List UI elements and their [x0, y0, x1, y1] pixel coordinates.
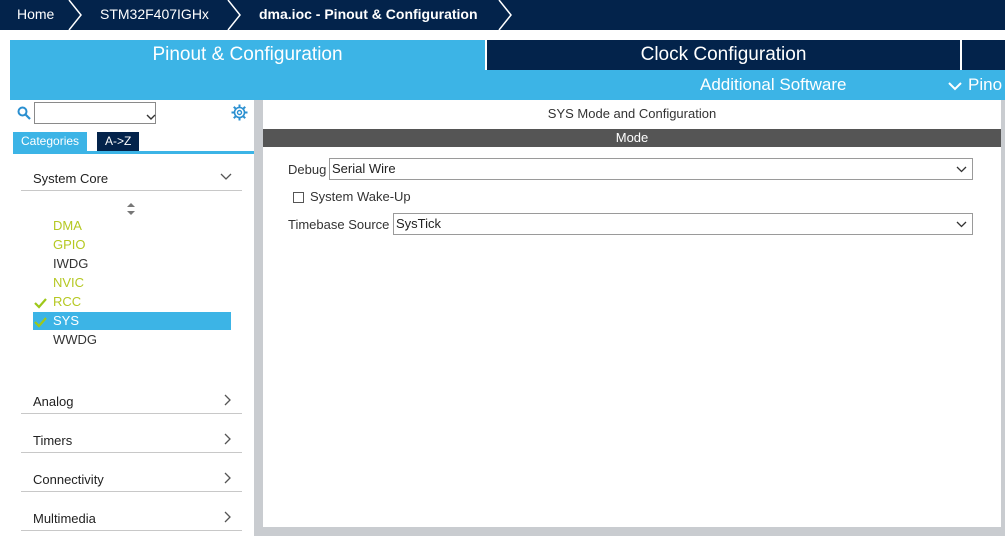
timebase-source-select[interactable]: SysTick — [393, 213, 973, 235]
system-wakeup-checkbox[interactable] — [293, 192, 304, 203]
tab-pinout-configuration[interactable]: Pinout & Configuration — [10, 40, 485, 70]
section-system-core[interactable]: System Core — [21, 161, 242, 191]
section-label: System Core — [33, 171, 109, 186]
debug-select-value: Serial Wire — [332, 161, 396, 176]
chevron-right-icon — [224, 433, 231, 445]
chevron-down-icon — [956, 221, 967, 228]
chevron-right-icon — [224, 394, 231, 406]
tab-clock-configuration[interactable]: Clock Configuration — [487, 40, 960, 70]
peripheral-label: NVIC — [53, 275, 85, 290]
mode-header[interactable]: Mode — [263, 129, 1001, 147]
system-wakeup-label[interactable]: System Wake-Up — [310, 189, 411, 204]
panel-title: SYS Mode and Configuration — [547, 106, 717, 121]
breadcrumb-separator-icon — [225, 0, 243, 30]
list-item-sys[interactable]: SYS — [33, 312, 231, 330]
chevron-right-icon — [224, 511, 231, 523]
gear-icon[interactable] — [231, 104, 248, 124]
list-item-dma[interactable]: DMA — [33, 217, 231, 235]
categories-panel: Categories A->Z System Core DMA GPIO IWD… — [10, 100, 254, 536]
section-label: Connectivity — [33, 472, 104, 487]
section-label: Analog — [33, 394, 74, 409]
list-item-rcc[interactable]: RCC — [33, 293, 231, 311]
peripheral-label: RCC — [53, 294, 82, 309]
chevron-down-icon — [956, 166, 967, 173]
chevron-down-icon — [948, 81, 962, 90]
sub-toolbar: Additional Software Pino — [10, 70, 1005, 100]
breadcrumb-separator-icon — [496, 0, 514, 30]
breadcrumb-home[interactable]: Home — [17, 0, 54, 30]
breadcrumb: Home STM32F407IGHx dma.ioc - Pinout & Co… — [0, 0, 1005, 30]
breadcrumb-mcu[interactable]: STM32F407IGHx — [100, 0, 209, 30]
category-view-tabs: Categories A->Z — [13, 132, 254, 154]
breadcrumb-current[interactable]: dma.ioc - Pinout & Configuration — [259, 0, 478, 30]
pinout-menu-label: Pino — [968, 75, 1003, 94]
list-item-iwdg[interactable]: IWDG — [33, 255, 231, 273]
chevron-down-icon — [220, 173, 232, 180]
section-connectivity[interactable]: Connectivity — [21, 462, 242, 492]
timebase-select-value: SysTick — [396, 216, 442, 231]
list-item-gpio[interactable]: GPIO — [33, 236, 231, 254]
search-icon[interactable] — [17, 106, 31, 123]
list-item-nvic[interactable]: NVIC — [33, 274, 231, 292]
sys-mode-panel: SYS Mode and Configuration Mode Debug Se… — [263, 100, 1001, 527]
pinout-menu-button[interactable]: Pino — [948, 70, 1002, 100]
tab-categories[interactable]: Categories — [13, 132, 88, 151]
section-label: Multimedia — [33, 511, 96, 526]
chevron-down-icon — [146, 109, 156, 124]
section-label: Timers — [33, 433, 73, 448]
chevron-right-icon — [224, 472, 231, 484]
peripheral-label: SYS — [53, 313, 80, 328]
tab-overflow[interactable] — [962, 40, 1005, 70]
peripheral-label: WWDG — [53, 332, 98, 347]
debug-label: Debug — [288, 162, 327, 177]
section-multimedia[interactable]: Multimedia — [21, 501, 242, 531]
peripheral-label: IWDG — [53, 256, 89, 271]
timebase-source-label: Timebase Source — [288, 217, 390, 232]
breadcrumb-separator-icon — [66, 0, 84, 30]
additional-software-button[interactable]: Additional Software — [700, 70, 846, 100]
peripheral-label: DMA — [53, 218, 82, 233]
main-tabs: Pinout & Configuration Clock Configurati… — [10, 40, 1005, 70]
peripheral-label: GPIO — [53, 237, 86, 252]
list-item-wwdg[interactable]: WWDG — [33, 331, 231, 349]
section-timers[interactable]: Timers — [21, 423, 242, 453]
section-analog[interactable]: Analog — [21, 384, 242, 414]
tab-a-to-z[interactable]: A->Z — [97, 132, 140, 151]
debug-select[interactable]: Serial Wire — [329, 158, 973, 180]
search-input[interactable] — [34, 102, 156, 124]
